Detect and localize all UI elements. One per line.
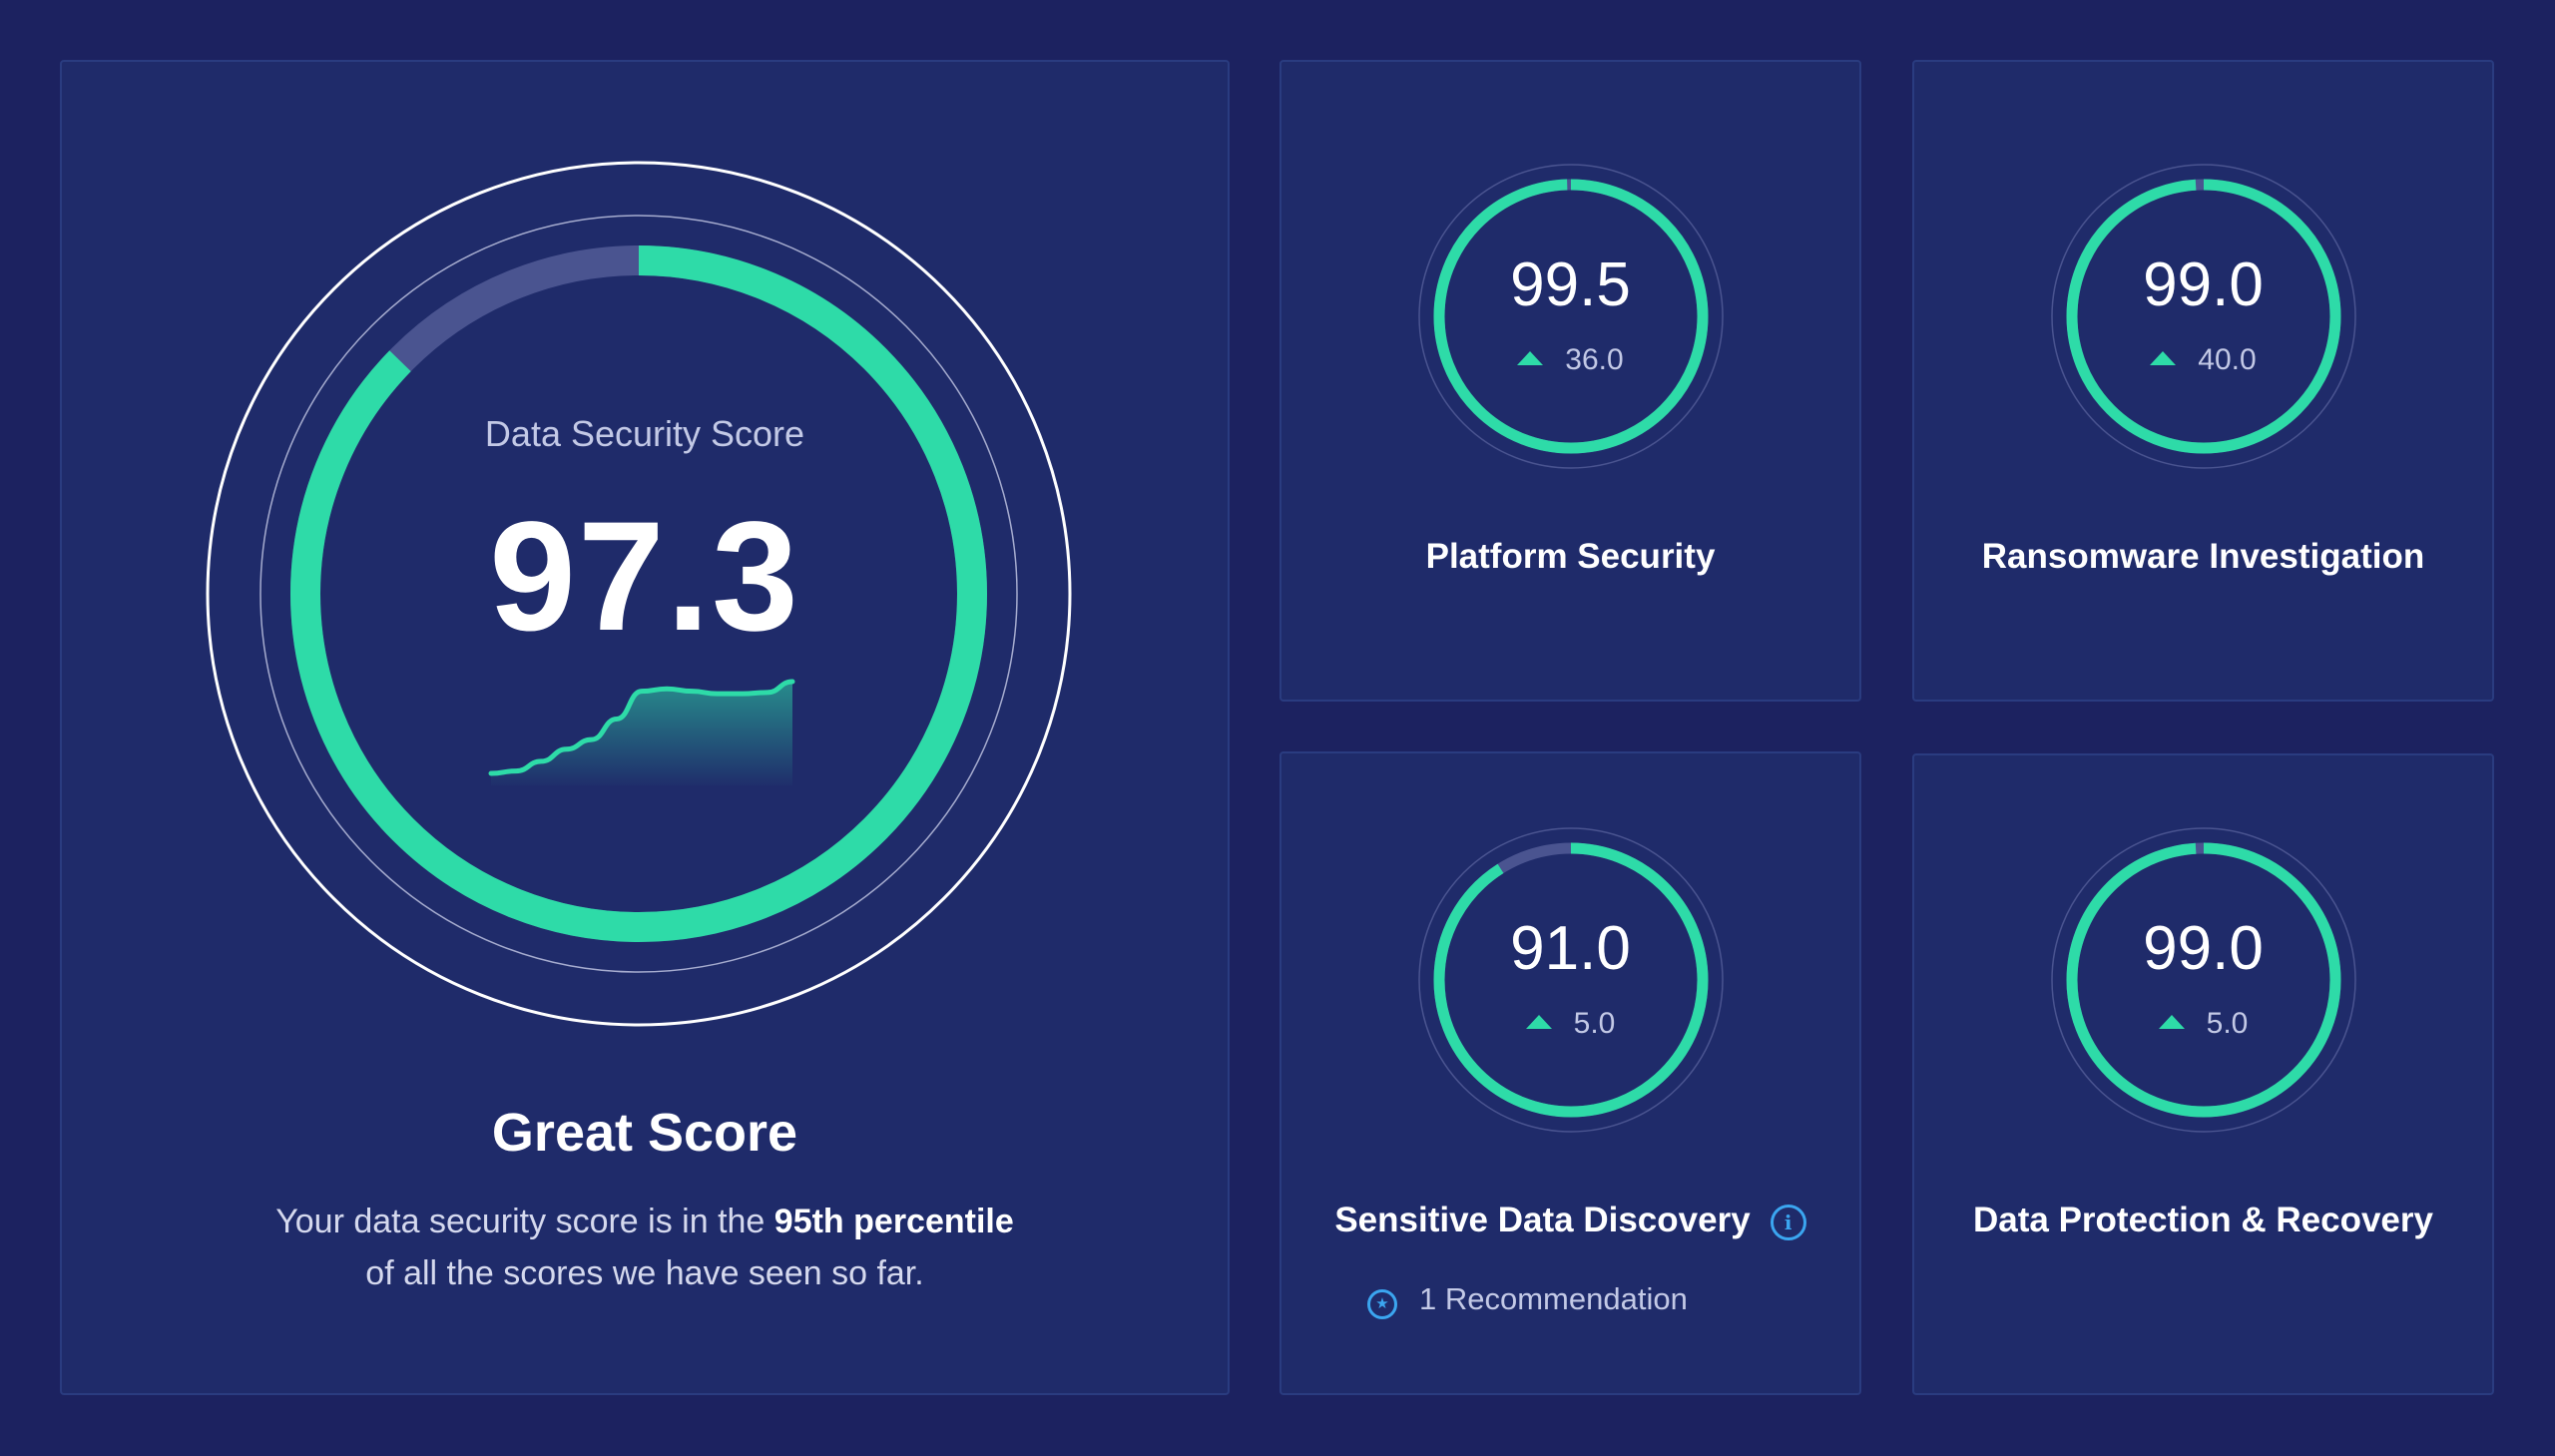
card-sensitive-data-discovery[interactable]: 91.0 5.0 Sensitive Data Discovery i ★ 1 Re… xyxy=(1279,751,1861,1395)
card-title-row: Sensitive Data Discovery i xyxy=(1281,1203,1859,1240)
card-score-value: 91.0 xyxy=(1510,914,1631,983)
score-rating-heading: Great Score xyxy=(491,1103,798,1163)
card-score-value: 99.0 xyxy=(2143,250,2264,319)
overall-score-panel: Data Security Score 97.3 Great Score You… xyxy=(60,60,1230,1395)
card-title: Data Protection & Recovery xyxy=(1973,1201,2433,1239)
platform-security-gauge xyxy=(1418,164,1724,469)
info-icon[interactable]: i xyxy=(1770,1205,1806,1240)
score-label: Data Security Score xyxy=(484,413,805,454)
overall-score-value: 97.3 xyxy=(489,490,800,664)
delta-value: 5.0 xyxy=(1573,1007,1616,1040)
description-text-2: of all the scores we have seen so far. xyxy=(365,1254,924,1292)
description-text: Your data security score is in the xyxy=(275,1203,774,1240)
data-protection-recovery-gauge xyxy=(2051,827,2356,1133)
recommendation-link[interactable]: ★ 1 Recommendation xyxy=(1367,1283,1688,1319)
triangle-up-icon xyxy=(1517,351,1544,365)
triangle-up-icon xyxy=(2158,1015,2185,1029)
delta-value: 36.0 xyxy=(1565,343,1624,376)
card-platform-security[interactable]: 99.5 36.0 Platform Security xyxy=(1279,60,1861,702)
recommendation-icon: ★ xyxy=(1367,1289,1397,1319)
triangle-up-icon xyxy=(1525,1015,1552,1029)
trend-sparkline-area xyxy=(491,682,792,785)
card-score-value: 99.0 xyxy=(2143,914,2264,983)
recommendation-label: 1 Recommendation xyxy=(1419,1281,1688,1316)
card-score-delta: 36.0 xyxy=(1281,345,1859,375)
card-title: Sensitive Data Discovery xyxy=(1334,1201,1751,1239)
card-score-delta: 5.0 xyxy=(1281,1009,1859,1039)
triangle-up-icon xyxy=(2150,351,2177,365)
card-data-protection-recovery[interactable]: 99.0 5.0 Data Protection & Recovery xyxy=(1912,753,2494,1395)
card-title: Platform Security xyxy=(1425,537,1716,576)
card-score-value: 99.5 xyxy=(1510,250,1631,319)
percentile-highlight: 95th percentile xyxy=(773,1203,1014,1240)
card-score-delta: 5.0 xyxy=(1914,1009,2492,1039)
delta-value: 5.0 xyxy=(2206,1007,2249,1040)
ransomware-investigation-gauge xyxy=(2051,164,2356,469)
card-ransomware-investigation[interactable]: 99.0 40.0 Ransomware Investigation xyxy=(1912,60,2494,702)
card-title: Ransomware Investigation xyxy=(1981,537,2425,576)
delta-value: 40.0 xyxy=(2198,343,2257,376)
card-score-delta: 40.0 xyxy=(1914,345,2492,375)
score-description: Your data security score is in the 95th … xyxy=(62,1196,1228,1299)
